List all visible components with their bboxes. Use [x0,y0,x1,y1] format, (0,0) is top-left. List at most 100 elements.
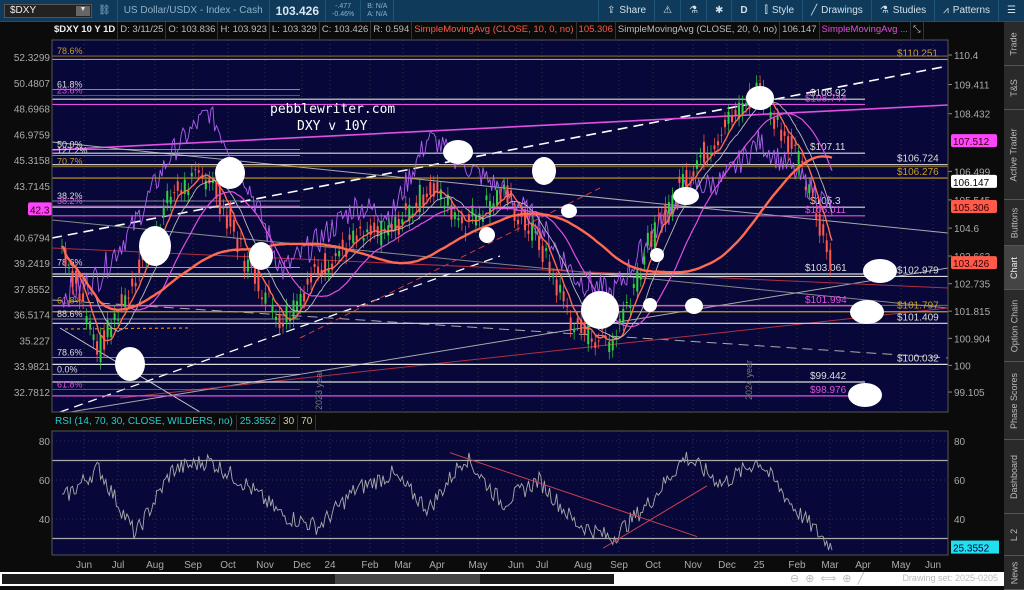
candle[interactable] [587,323,590,345]
scroll-track[interactable] [2,574,614,584]
candle[interactable] [664,203,667,225]
candle[interactable] [117,319,120,321]
candle[interactable] [699,155,702,158]
candle[interactable] [625,301,628,303]
candle[interactable] [555,279,558,296]
settings-button[interactable]: ✱ [706,0,731,22]
sma3-label[interactable]: SimpleMovingAvg ... [820,22,911,39]
sidebar-tab-news[interactable]: News [1004,556,1024,590]
candle[interactable] [643,256,646,265]
chevron-down-icon[interactable]: ▼ [76,5,90,16]
candle[interactable] [538,235,541,250]
sidebar-tab-l-2[interactable]: L 2 [1004,514,1024,556]
candle[interactable] [611,339,614,351]
drawing-set[interactable]: Drawing set: 2025-0205 [902,573,998,583]
candle[interactable] [113,313,116,321]
candle[interactable] [166,190,169,204]
candle[interactable] [425,193,428,198]
candle[interactable] [527,230,530,234]
candle[interactable] [443,205,446,209]
candle[interactable] [169,196,172,204]
candle[interactable] [818,213,821,236]
candle[interactable] [488,201,491,217]
candle[interactable] [636,270,639,292]
candle[interactable] [688,177,691,179]
candle[interactable] [569,317,572,330]
candle[interactable] [594,342,597,349]
candle[interactable] [366,229,369,233]
sidebar-tab-active-trader[interactable]: Active Trader [1004,110,1024,200]
candle[interactable] [362,238,365,241]
candle[interactable] [359,226,362,229]
candle[interactable] [783,131,786,136]
rsi-pane[interactable] [52,431,948,555]
candle[interactable] [685,170,688,187]
candle[interactable] [724,119,727,128]
candle[interactable] [124,295,127,308]
candle[interactable] [590,338,593,342]
candle[interactable] [804,186,807,190]
candle[interactable] [453,212,456,220]
candle[interactable] [99,334,102,363]
candle[interactable] [415,202,418,207]
candle[interactable] [239,238,242,240]
candle[interactable] [303,293,306,302]
candle[interactable] [257,270,260,292]
candle[interactable] [622,308,625,324]
candle[interactable] [173,192,176,194]
candle[interactable] [92,334,95,341]
candle[interactable] [197,170,200,173]
candle[interactable] [811,195,814,197]
candle[interactable] [422,194,425,206]
candle[interactable] [306,278,309,285]
sidebar-tab-dashboard[interactable]: Dashboard [1004,440,1024,514]
candle[interactable] [597,340,600,342]
candle[interactable] [450,204,453,220]
candle[interactable] [127,297,130,299]
candle[interactable] [120,294,123,306]
candle[interactable] [162,206,165,218]
sidebar-tab-t-s[interactable]: T&S [1004,66,1024,110]
chart-canvas[interactable]: $110.251$108.92$108.744$107.11$106.724$1… [0,38,1004,572]
candle[interactable] [790,136,793,149]
candle[interactable] [271,305,274,312]
candle[interactable] [773,118,776,129]
candle[interactable] [499,195,502,201]
candle[interactable] [352,230,355,243]
candle[interactable] [745,103,748,107]
candle[interactable] [89,321,92,329]
candle[interactable] [243,260,246,272]
candle[interactable] [727,111,730,124]
zoom-out-icon[interactable]: ⊖ [790,572,799,585]
pan-icon[interactable]: ⟺ [820,572,836,585]
candle[interactable] [825,240,828,253]
zoom-in-icon[interactable]: ⊕ [805,572,814,585]
candle[interactable] [278,313,281,329]
flask-button[interactable]: ⚗ [680,0,706,22]
candle[interactable] [246,259,249,272]
candle[interactable] [808,184,811,193]
candle[interactable] [734,109,737,116]
candle[interactable] [310,274,313,283]
candle[interactable] [190,172,193,177]
candle[interactable] [485,195,488,201]
drawings-button[interactable]: ╱ Drawings [802,0,871,22]
candle[interactable] [541,245,544,263]
link-icon[interactable]: ⛓ [92,0,118,22]
candle[interactable] [313,263,316,268]
share-button[interactable]: ⇪ Share [598,0,654,22]
candle[interactable] [713,145,716,150]
candle[interactable] [317,266,320,274]
candle[interactable] [404,203,407,210]
candle[interactable] [801,160,804,163]
candle[interactable] [506,185,509,204]
candle[interactable] [695,160,698,169]
candle[interactable] [131,278,134,287]
candle[interactable] [678,176,681,183]
candle[interactable] [492,203,495,207]
horizontal-scrollbar[interactable]: ⊖ ⊕ ⟺ ⊕ ╱ Drawing set: 2025-0205 [0,572,1004,586]
candle[interactable] [692,171,695,177]
aggregation-button[interactable]: D [731,0,755,22]
candle[interactable] [134,282,137,287]
candle[interactable] [457,217,460,221]
